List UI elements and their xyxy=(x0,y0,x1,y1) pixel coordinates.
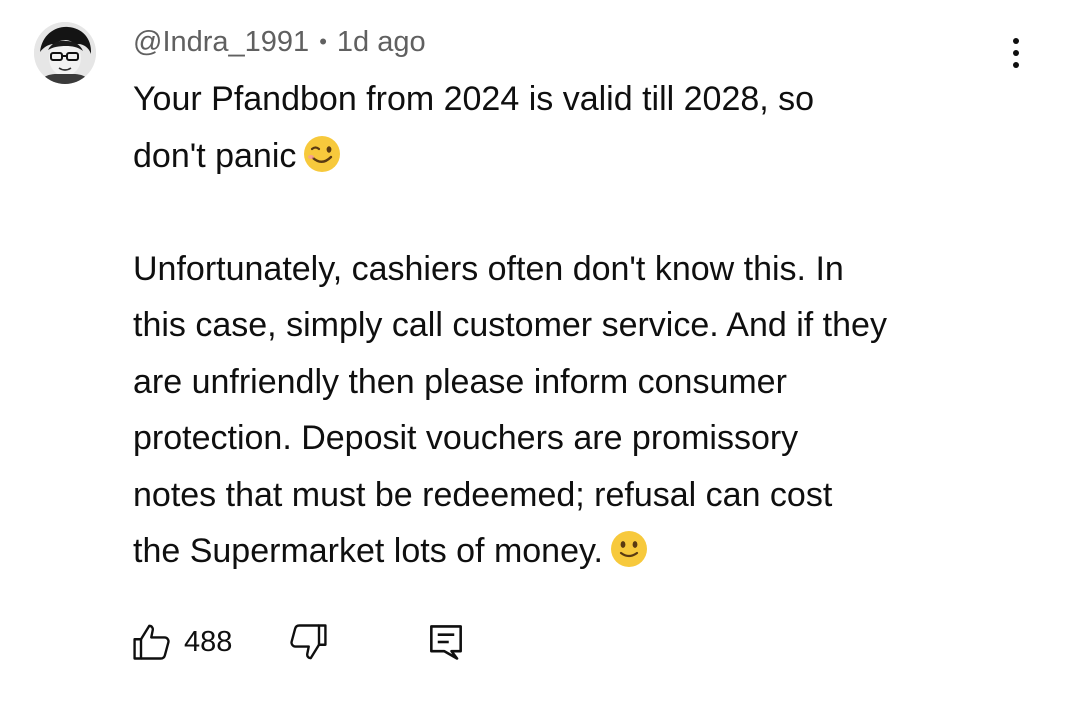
avatar-image xyxy=(34,22,96,84)
dislike-button[interactable] xyxy=(286,618,330,666)
comment-line: this case, simply call customer service.… xyxy=(133,306,887,344)
more-vert-icon xyxy=(1013,38,1019,44)
meta-separator: • xyxy=(319,29,327,54)
more-vert-icon-dot xyxy=(1013,50,1019,56)
comment-line-text: the Supermarket lots of money. xyxy=(133,532,603,570)
reply-button[interactable] xyxy=(424,618,468,666)
avatar[interactable] xyxy=(34,22,96,84)
comment-thread: @Indra_1991 • 1d ago Your Pfandbon from … xyxy=(0,0,1080,713)
more-vert-icon-dot xyxy=(1013,62,1019,68)
comment-line: notes that must be redeemed; refusal can… xyxy=(133,475,833,514)
like-count: 488 xyxy=(184,625,233,658)
thumbs-up-icon xyxy=(133,624,170,660)
slightly-smiling-face-emoji xyxy=(610,531,647,567)
winking-face-emoji xyxy=(304,135,341,172)
comment-line: protection. Deposit vouchers are promiss… xyxy=(133,419,799,457)
comment-meta: @Indra_1991 • 1d ago xyxy=(133,22,426,62)
comment-actions: 488 xyxy=(130,618,530,666)
author-name[interactable]: @Indra_1991 xyxy=(133,26,309,59)
comment-line: Unfortunately, cashiers often don't know… xyxy=(133,249,844,288)
comment-line: don't panic xyxy=(133,128,1033,185)
comment-timestamp[interactable]: 1d ago xyxy=(337,26,426,59)
comment-line: the Supermarket lots of money. xyxy=(133,523,1033,580)
comment-text: Your Pfandbon from 2024 is valid till 20… xyxy=(133,71,1033,580)
reply-comment-icon xyxy=(430,625,462,660)
comment-line-text: don't panic xyxy=(133,136,297,175)
like-button[interactable]: 488 xyxy=(130,618,232,666)
comment-line: are unfriendly then please inform consum… xyxy=(133,362,787,401)
comment-line: Your Pfandbon from 2024 is valid till 20… xyxy=(133,80,815,118)
thumbs-down-icon xyxy=(290,624,327,660)
